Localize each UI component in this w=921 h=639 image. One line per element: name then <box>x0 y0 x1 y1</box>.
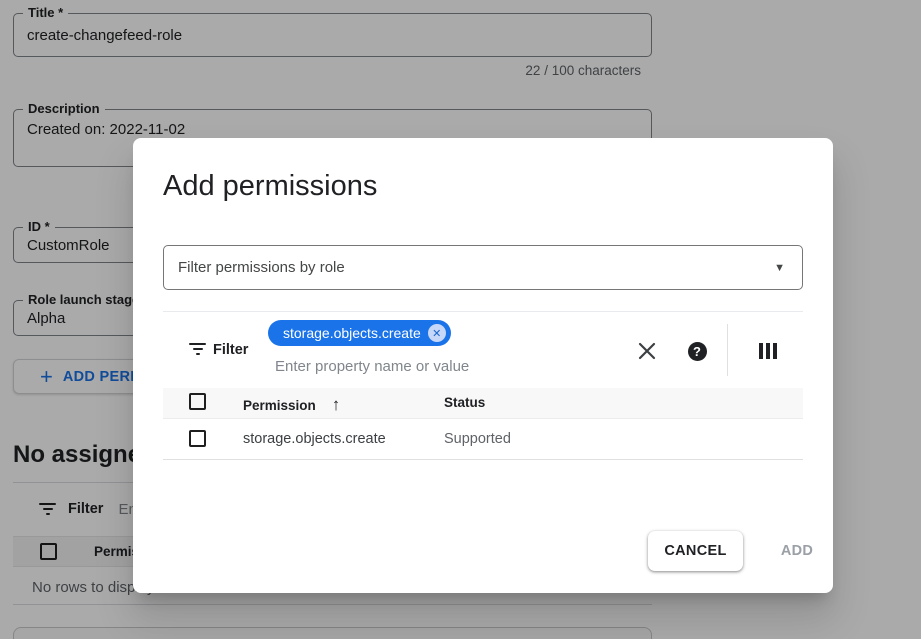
close-icon <box>638 342 656 360</box>
permission-table-row[interactable]: storage.objects.create Supported <box>163 419 803 460</box>
filter-permissions-by-role-select[interactable]: Filter permissions by role ▼ <box>163 245 803 290</box>
toolbar-divider <box>727 324 728 376</box>
filter-input[interactable] <box>275 355 575 377</box>
add-permissions-dialog: Add permissions Filter permissions by ro… <box>133 138 833 593</box>
chevron-down-icon: ▼ <box>774 262 785 274</box>
select-all-checkbox[interactable] <box>189 393 206 410</box>
row-checkbox[interactable] <box>189 430 206 447</box>
add-button[interactable]: ADD <box>762 531 832 571</box>
sort-ascending-icon: ↑ <box>332 395 341 415</box>
status-column-header[interactable]: Status <box>444 395 485 410</box>
help-icon: ? <box>688 342 707 361</box>
clear-filters-button[interactable] <box>635 339 659 363</box>
cancel-button[interactable]: CANCEL <box>648 531 743 571</box>
help-button[interactable]: ? <box>685 339 709 363</box>
dialog-title: Add permissions <box>163 170 377 203</box>
filter-icon <box>189 343 206 356</box>
permission-header-label: Permission <box>243 398 316 413</box>
filter-chip[interactable]: storage.objects.create ✕ <box>268 320 451 346</box>
permissions-filter-toolbar: Filter storage.objects.create ✕ ? <box>163 311 803 388</box>
permission-column-header[interactable]: Permission ↑ <box>243 395 340 415</box>
permissions-table-header: Permission ↑ Status <box>163 388 803 419</box>
filter-label: Filter <box>213 342 248 358</box>
page: Title * create-changefeed-role 22 / 100 … <box>0 0 921 639</box>
row-permission-cell: storage.objects.create <box>243 431 386 447</box>
columns-icon <box>759 343 778 359</box>
filter-chip-text: storage.objects.create <box>283 325 421 341</box>
role-select-label: Filter permissions by role <box>178 259 345 276</box>
chip-remove-icon[interactable]: ✕ <box>428 324 446 342</box>
row-status-cell: Supported <box>444 431 511 447</box>
column-display-options-button[interactable] <box>756 339 780 363</box>
